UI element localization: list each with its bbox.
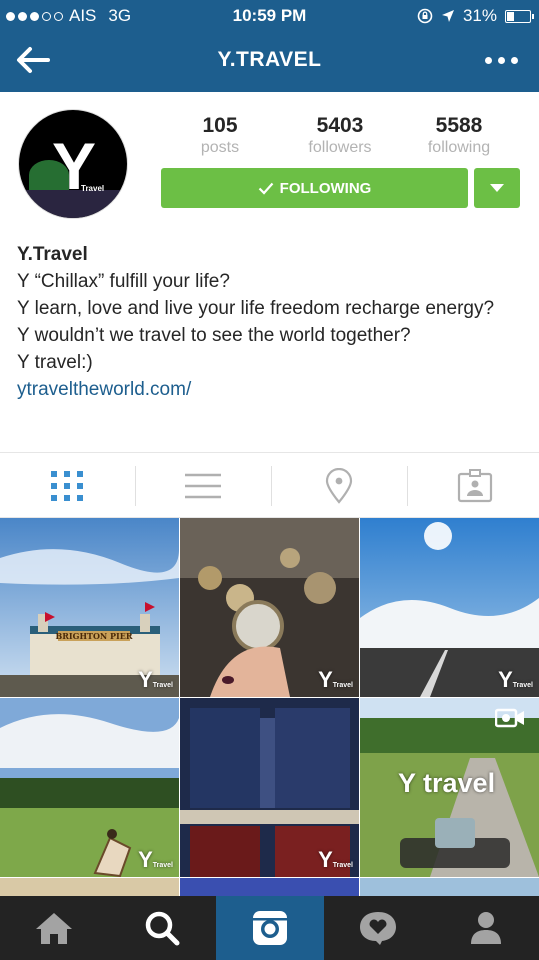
home-icon xyxy=(36,913,72,944)
pier-sign: BRIGHTON PIER xyxy=(55,631,132,641)
profile-icon xyxy=(471,912,501,944)
bio-line: Y “Chillax” fulfill your life? xyxy=(17,271,230,292)
page-title: Y.TRAVEL xyxy=(217,48,322,71)
photo-grid: BRIGHTON PIER YTravel YTravel YTravel YT… xyxy=(0,518,539,896)
tab-map-view[interactable] xyxy=(272,453,406,519)
photo-tile-pocket-watches[interactable]: YTravel xyxy=(180,518,359,697)
photo-watermark: YTravel xyxy=(318,847,353,872)
bio-line: Y learn, love and live your life freedom… xyxy=(17,298,495,319)
nav-camera[interactable] xyxy=(216,896,324,960)
stat-value: 5403 xyxy=(316,114,364,137)
photo-watermark: YTravel xyxy=(318,667,353,692)
grid-icon xyxy=(51,471,83,501)
photo-tile[interactable] xyxy=(180,878,359,896)
stat-label: following xyxy=(427,139,491,156)
battery-icon xyxy=(505,9,534,23)
nav-profile[interactable] xyxy=(432,896,539,960)
photo-tile-bike-path-video[interactable]: Y travel xyxy=(360,698,539,877)
caret-down-icon xyxy=(490,183,504,192)
photo-watermark: YTravel xyxy=(138,667,173,692)
location-pin-icon xyxy=(325,468,353,504)
photo-watermark: YTravel xyxy=(138,847,173,872)
tab-list-view[interactable] xyxy=(136,453,270,519)
suggestions-dropdown-button[interactable] xyxy=(474,168,520,208)
stat-value: 5588 xyxy=(435,114,483,137)
nav-home[interactable] xyxy=(0,896,108,960)
list-icon xyxy=(185,473,221,499)
bottom-nav xyxy=(0,896,539,960)
search-icon xyxy=(145,911,180,946)
status-right: 31% xyxy=(417,6,534,26)
more-button[interactable] xyxy=(481,52,521,68)
tab-tagged-view[interactable] xyxy=(408,453,539,519)
photo-tile[interactable] xyxy=(360,878,539,896)
profile-view-tabs xyxy=(0,452,539,518)
tagged-photo-icon xyxy=(457,469,493,503)
more-dot xyxy=(510,56,518,64)
rotation-lock-icon xyxy=(417,8,433,24)
photo-watermark: YTravel xyxy=(498,667,533,692)
photo-watermark: Y travel xyxy=(398,768,496,798)
top-bar: AIS 3G 10:59 PM 31% Y.TRAVEL xyxy=(0,0,539,92)
photo-tile-park-lawn[interactable]: YTravel xyxy=(0,698,179,877)
photo-tile-road-sky[interactable]: YTravel xyxy=(360,518,539,697)
status-bar: AIS 3G 10:59 PM 31% xyxy=(0,0,539,32)
stat-posts[interactable]: 105 posts xyxy=(170,114,270,157)
video-camera-icon xyxy=(495,708,524,728)
profile-bio: Y.Travel Y “Chillax” fulfill your life? … xyxy=(17,241,517,403)
nav-search[interactable] xyxy=(108,896,216,960)
stat-value: 105 xyxy=(202,114,238,137)
website-link[interactable]: ytraveltheworld.com/ xyxy=(17,376,517,403)
photo-tile-brighton-pier[interactable]: BRIGHTON PIER YTravel xyxy=(0,518,179,697)
avatar-letter: Y xyxy=(51,129,97,203)
stat-following[interactable]: 5588 following xyxy=(409,114,509,157)
nav-activity[interactable] xyxy=(324,896,432,960)
following-button[interactable]: FOLLOWING xyxy=(161,168,468,208)
avatar[interactable]: Y Travel xyxy=(18,109,128,219)
avatar-sub: Travel xyxy=(81,184,105,193)
stat-label: posts xyxy=(200,139,240,156)
tab-grid-view[interactable] xyxy=(0,453,134,519)
checkmark-icon xyxy=(258,182,273,195)
following-label: FOLLOWING xyxy=(279,179,372,197)
camera-icon xyxy=(253,911,287,945)
photo-tile-books[interactable]: YTravel xyxy=(180,698,359,877)
bio-line: Y travel:) xyxy=(17,352,93,373)
stat-followers[interactable]: 5403 followers xyxy=(290,114,390,157)
location-arrow-icon xyxy=(441,10,454,22)
profile-name: Y.Travel xyxy=(17,244,88,265)
activity-heart-icon xyxy=(360,912,396,945)
bio-line: Y wouldn’t we travel to see the world to… xyxy=(17,325,411,346)
stat-label: followers xyxy=(308,139,372,156)
battery-percent: 31% xyxy=(462,6,497,25)
more-dot xyxy=(484,56,492,64)
more-dot xyxy=(497,56,505,64)
photo-tile[interactable] xyxy=(0,878,179,896)
